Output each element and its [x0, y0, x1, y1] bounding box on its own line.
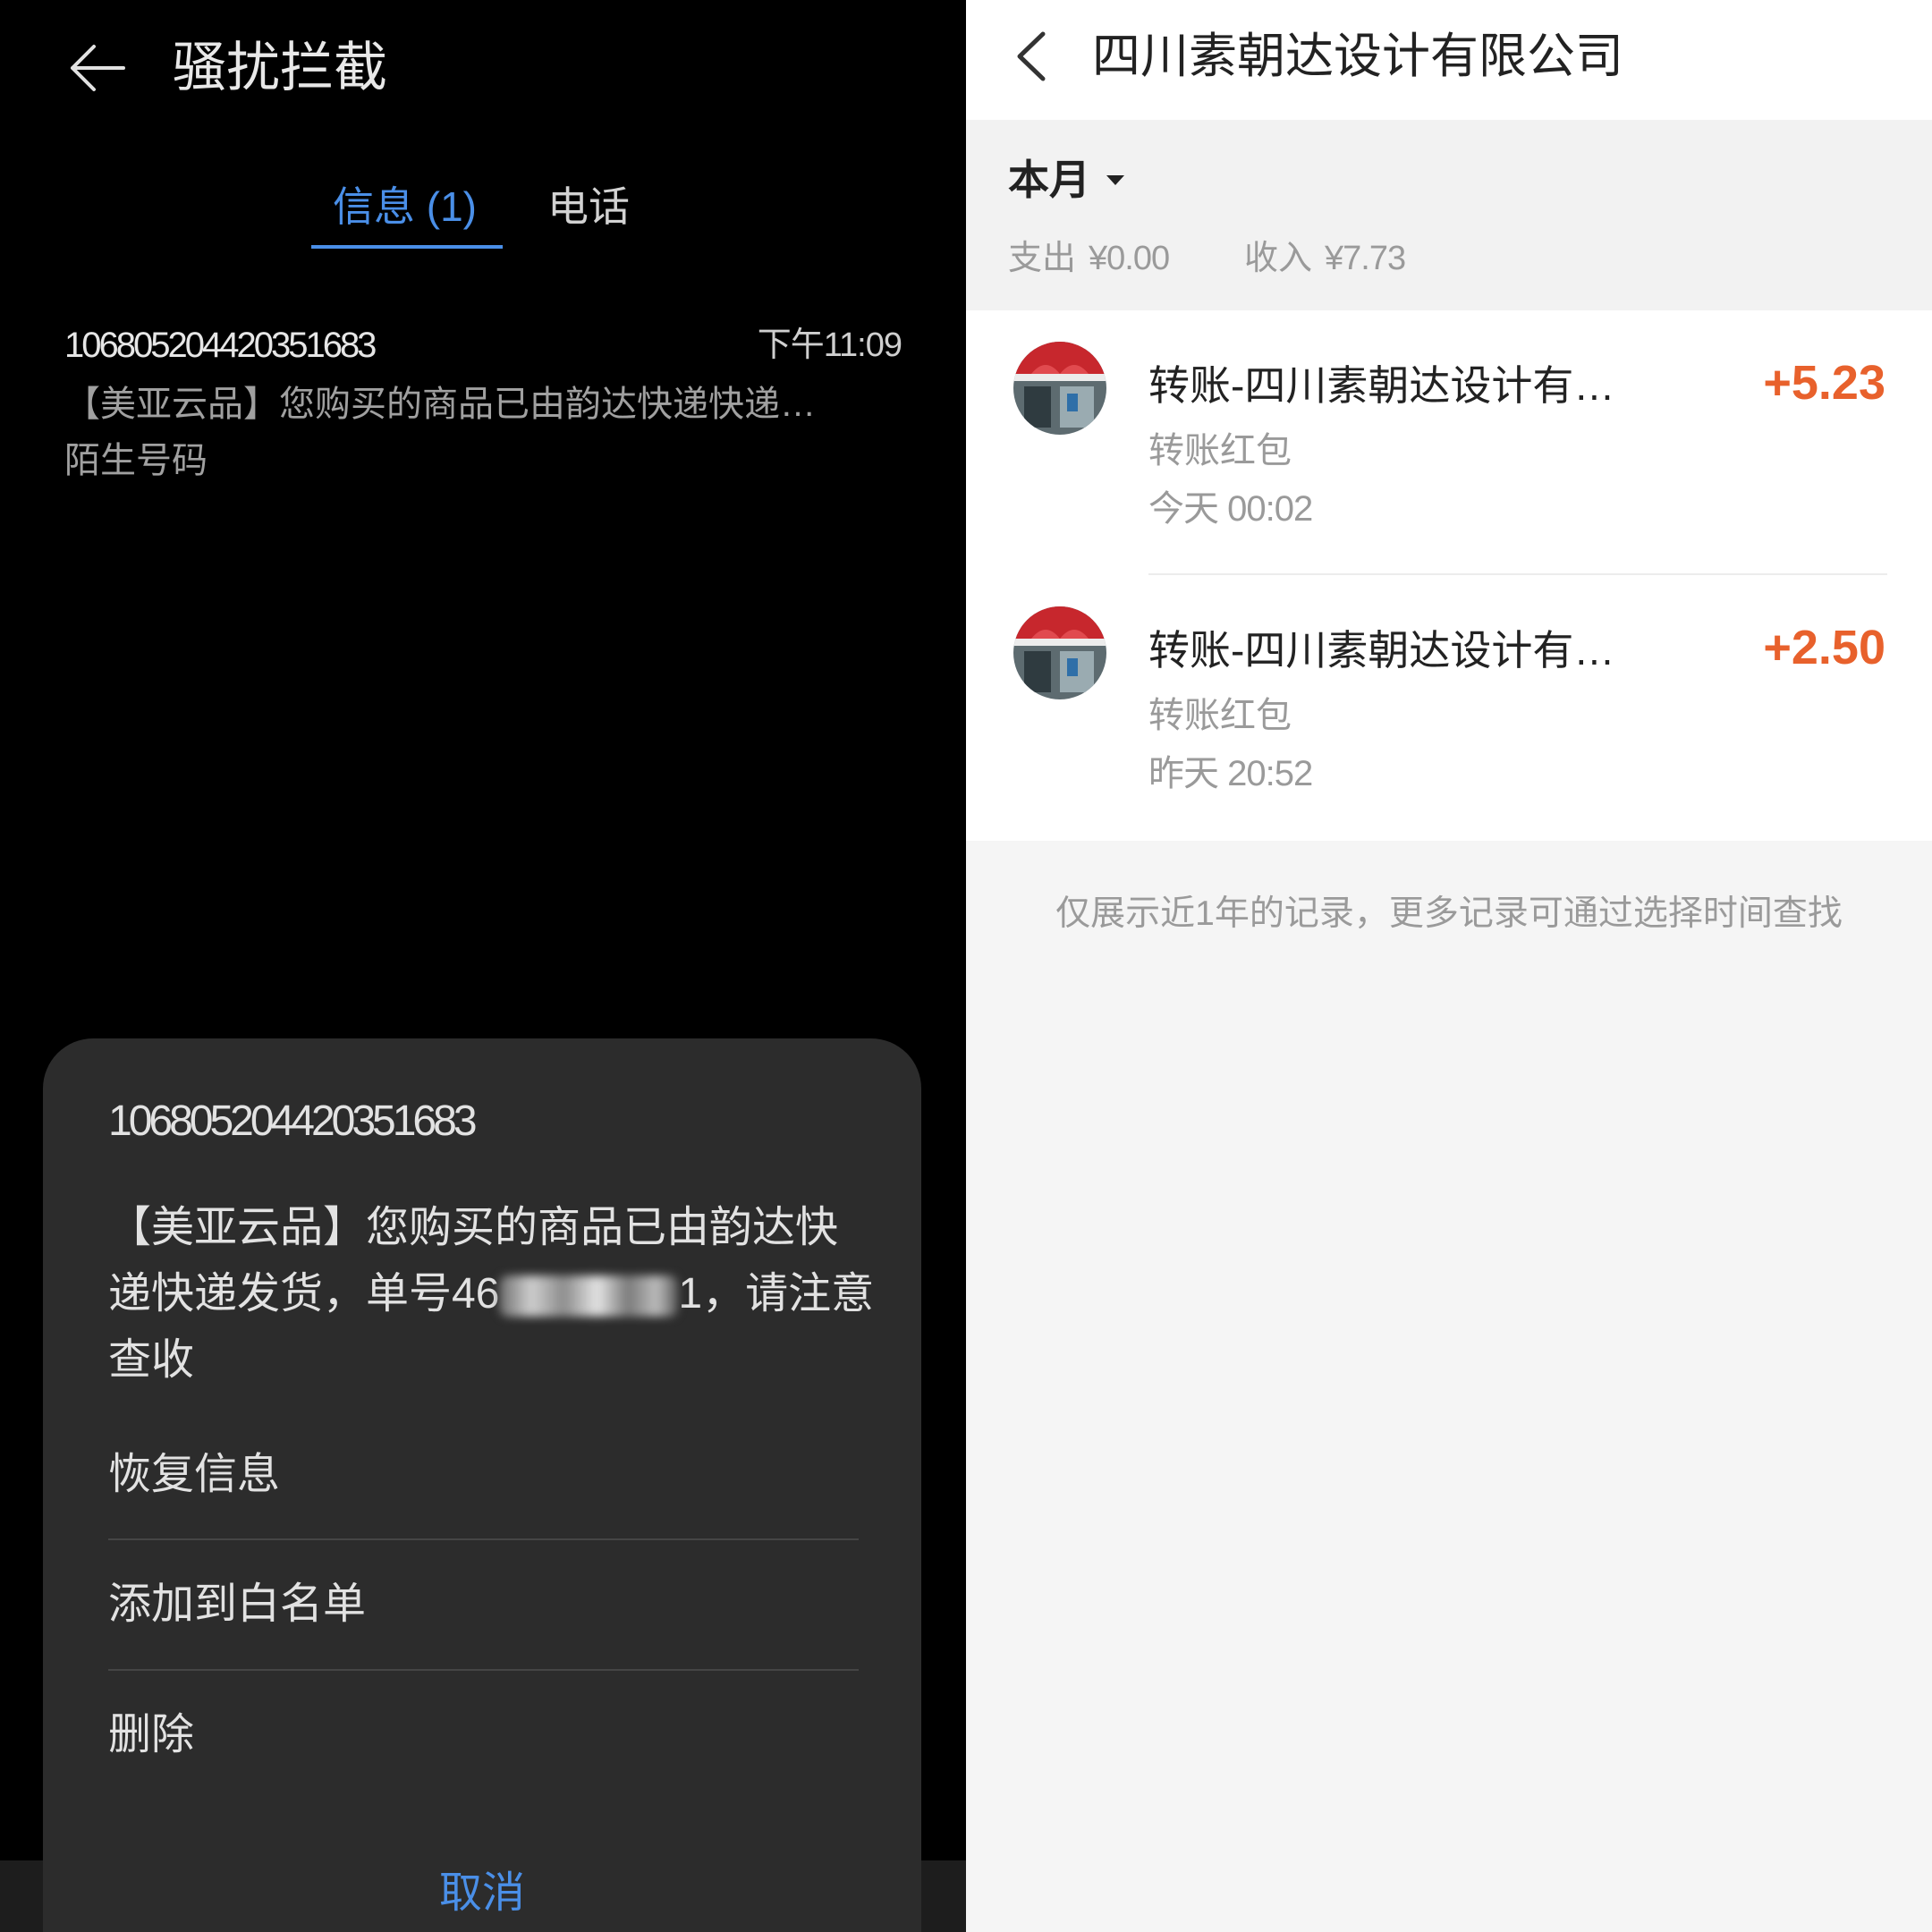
page-title: 四川素朝达设计有限公司 [1092, 30, 1623, 83]
add-to-whitelist-button[interactable]: 添加到白名单 [108, 1576, 366, 1633]
message-sender: 106805204420351683 [64, 326, 377, 365]
transaction-date: 今天 00:02 [1148, 489, 1313, 529]
active-tab-indicator [311, 245, 503, 249]
history-range-note: 仅展示近1年的记录，更多记录可通过选择时间查找 [1055, 894, 1843, 933]
sheet-body-text: 1，请注意 [678, 1270, 875, 1318]
cancel-button[interactable]: 取消 [43, 1865, 921, 1922]
income-summary: 收入 ¥7.73 [1244, 236, 1406, 281]
restore-message-button[interactable]: 恢复信息 [108, 1446, 280, 1504]
transaction-type: 转账红包 [1148, 696, 1292, 735]
sheet-message-body: 【美亚云品】您购买的商品已由韵达快 递快递发货，单号46 1，请注意 查收 [108, 1195, 874, 1394]
divider [108, 1669, 859, 1671]
income-value: ¥7.73 [1325, 240, 1406, 277]
sheet-body-text: 递快递发货，单号46 [108, 1270, 500, 1318]
divider [108, 1538, 859, 1540]
transaction-title: 转账-四川素朝达设计有… [1148, 627, 1615, 674]
expense-summary: 支出 ¥0.00 [1008, 236, 1170, 281]
transaction-title: 转账-四川素朝达设计有… [1148, 362, 1615, 409]
month-filter[interactable]: 本月 [1008, 153, 1090, 207]
avatar-image [1013, 342, 1106, 435]
transaction-list: 转账-四川素朝达设计有… +5.23 转账红包 今天 00:02 转账-四川素朝… [966, 310, 1932, 841]
transaction-type: 转账红包 [1148, 431, 1292, 470]
header-bar: 四川素朝达设计有限公司 [966, 0, 1932, 120]
expense-value: ¥0.00 [1089, 240, 1170, 277]
sheet-body-line: 【美亚云品】您购买的商品已由韵达快 [108, 1204, 839, 1251]
harassment-block-screen: 骚扰拦截 信息 (1) 电话 106805204420351683 下午11:0… [0, 0, 966, 1932]
message-time: 下午11:09 [757, 326, 902, 364]
message-tag: 陌生号码 [64, 441, 208, 480]
income-label: 收入 [1244, 240, 1313, 277]
transaction-row[interactable]: 转账-四川素朝达设计有… +2.50 转账红包 昨天 20:52 [966, 575, 1932, 840]
avatar [1013, 606, 1106, 699]
sheet-sender: 106805204420351683 [108, 1097, 478, 1145]
transaction-amount: +2.50 [1763, 621, 1885, 674]
delete-button[interactable]: 删除 [108, 1707, 194, 1764]
redacted-tracking-number [499, 1275, 679, 1318]
avatar [1013, 342, 1106, 435]
message-action-sheet: 106805204420351683 【美亚云品】您购买的商品已由韵达快 递快递… [43, 1038, 921, 1932]
avatar-image [1013, 606, 1106, 699]
month-summary: 本月 支出 ¥0.00 收入 ¥7.73 [966, 120, 1932, 310]
expense-label: 支出 [1008, 240, 1077, 277]
transaction-amount: +5.23 [1763, 356, 1885, 410]
blocked-message-item[interactable]: 106805204420351683 下午11:09 【美亚云品】您购买的商品已… [0, 304, 966, 492]
transaction-history-screen: 四川素朝达设计有限公司 本月 支出 ¥0.00 收入 ¥7.73 转账-四川素朝达设… [966, 0, 1932, 1932]
tab-messages[interactable]: 信息 (1) [333, 180, 477, 233]
message-preview: 【美亚云品】您购买的商品已由韵达快递快递… [64, 385, 816, 424]
transaction-row[interactable]: 转账-四川素朝达设计有… +5.23 转账红包 今天 00:02 [966, 310, 1932, 575]
sheet-body-line: 查收 [108, 1336, 195, 1384]
page-title: 骚扰拦截 [173, 38, 387, 97]
transaction-date: 昨天 20:52 [1148, 754, 1313, 793]
tab-calls[interactable]: 电话 [547, 180, 630, 233]
back-chevron-icon[interactable] [1013, 30, 1048, 82]
sheet-body-line: 递快递发货，单号46 1，请注意 [108, 1261, 874, 1327]
caret-down-icon[interactable] [1106, 175, 1124, 185]
back-arrow-icon[interactable] [68, 43, 125, 93]
